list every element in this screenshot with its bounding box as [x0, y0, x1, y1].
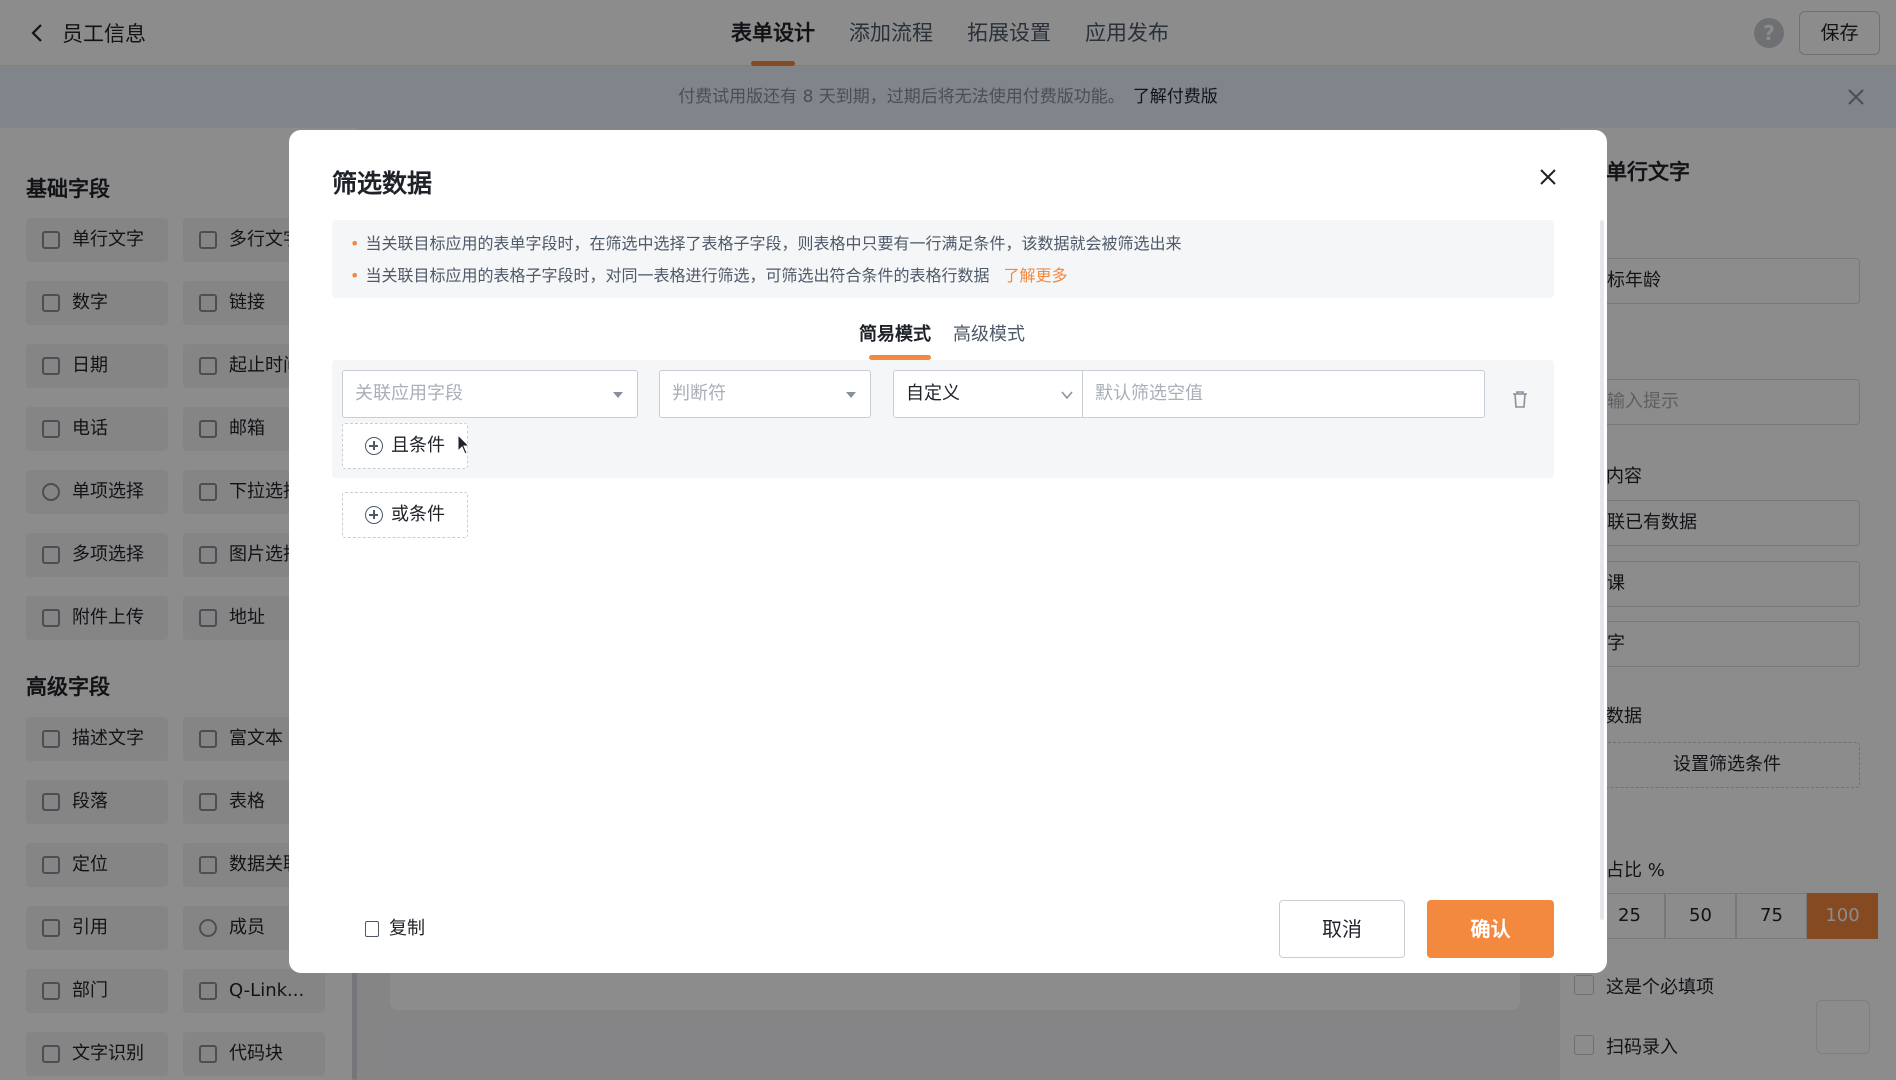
- caret-down-icon: [613, 392, 623, 398]
- plus-circle-icon: [365, 506, 383, 524]
- copy-button[interactable]: 复制: [365, 916, 425, 942]
- close-icon[interactable]: [1537, 166, 1559, 188]
- dialog-title: 筛选数据: [332, 169, 433, 198]
- operator-select[interactable]: 判断符: [659, 370, 871, 418]
- chevron-down-icon: [1061, 391, 1073, 400]
- filter-value-input[interactable]: 默认筛选空值: [1082, 370, 1485, 418]
- plus-circle-icon: [365, 437, 383, 455]
- value-type-select[interactable]: 自定义: [893, 370, 1083, 418]
- add-and-condition-button[interactable]: 且条件: [342, 423, 468, 469]
- mouse-cursor-icon: [457, 434, 471, 455]
- cancel-button[interactable]: 取消: [1279, 900, 1405, 958]
- tab-advanced-mode[interactable]: 高级模式: [953, 318, 1025, 360]
- copy-icon: [365, 921, 379, 937]
- field-select[interactable]: 关联应用字段: [342, 370, 638, 418]
- trash-icon[interactable]: [1509, 388, 1531, 410]
- tip-line: 当关联目标应用的表单字段时，在筛选中选择了表格子字段，则表格中只要有一行满足条件…: [350, 229, 1554, 261]
- learn-more-link[interactable]: 了解更多: [1003, 266, 1067, 285]
- dialog-scrollbar[interactable]: [1600, 220, 1604, 920]
- mode-tabs: 简易模式 高级模式: [859, 318, 1047, 360]
- add-or-condition-button[interactable]: 或条件: [342, 492, 468, 538]
- filter-data-dialog: 筛选数据 当关联目标应用的表单字段时，在筛选中选择了表格子字段，则表格中只要有一…: [289, 130, 1607, 973]
- tips-box: 当关联目标应用的表单字段时，在筛选中选择了表格子字段，则表格中只要有一行满足条件…: [332, 220, 1554, 298]
- caret-down-icon: [846, 392, 856, 398]
- confirm-button[interactable]: 确认: [1427, 900, 1554, 958]
- tip-line: 当关联目标应用的表格子字段时，对同一表格进行筛选，可筛选出符合条件的表格行数据了…: [350, 261, 1554, 293]
- tab-simple-mode[interactable]: 简易模式: [859, 318, 931, 360]
